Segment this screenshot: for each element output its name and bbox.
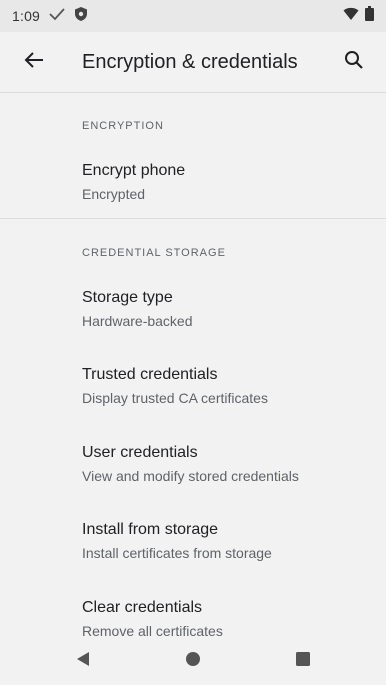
pref-summary: View and modify stored credentials [82, 468, 299, 484]
system-nav-bar [0, 638, 386, 685]
section-divider [0, 218, 386, 219]
page-title: Encryption & credentials [82, 50, 298, 73]
home-circle-icon [185, 651, 201, 672]
pref-title: Install from storage [82, 521, 219, 538]
status-right [343, 6, 374, 26]
pref-user-credentials[interactable]: User credentials View and modify stored … [0, 443, 386, 486]
pref-clear-credentials[interactable]: Clear credentials Remove all certificate… [0, 598, 386, 638]
pref-summary: Install certificates from storage [82, 545, 272, 561]
nav-recents-button[interactable] [283, 642, 323, 682]
pref-title: Encrypt phone [82, 162, 186, 179]
shield-icon [74, 6, 88, 27]
pref-install-from-storage[interactable]: Install from storage Install certificate… [0, 520, 386, 563]
pref-title: Clear credentials [82, 599, 203, 616]
pref-summary: Remove all certificates [82, 623, 223, 638]
search-button[interactable] [326, 32, 382, 92]
status-bar: 1:09 [0, 0, 386, 32]
pref-summary: Hardware-backed [82, 313, 193, 329]
check-icon [48, 7, 66, 26]
pref-title: Storage type [82, 289, 173, 306]
back-button[interactable] [6, 32, 62, 92]
section-header-credential-storage: CREDENTIAL STORAGE [82, 247, 226, 259]
arrow-back-icon [23, 49, 45, 76]
back-triangle-icon [75, 651, 91, 672]
battery-icon [365, 6, 374, 26]
app-toolbar: Encryption & credentials [0, 32, 386, 93]
pref-summary: Display trusted CA certificates [82, 390, 268, 406]
recents-square-icon [295, 651, 311, 672]
settings-list: ENCRYPTION Encrypt phone Encrypted CREDE… [0, 93, 386, 638]
nav-home-button[interactable] [173, 642, 213, 682]
section-header-encryption: ENCRYPTION [82, 120, 164, 132]
pref-title: Trusted credentials [82, 366, 218, 383]
nav-back-button[interactable] [63, 642, 103, 682]
pref-trusted-credentials[interactable]: Trusted credentials Display trusted CA c… [0, 365, 386, 408]
pref-storage-type[interactable]: Storage type Hardware-backed [0, 288, 386, 331]
search-icon [343, 49, 365, 76]
wifi-icon [343, 7, 359, 26]
status-left: 1:09 [12, 6, 88, 27]
pref-encrypt-phone[interactable]: Encrypt phone Encrypted [0, 161, 386, 204]
status-time: 1:09 [12, 8, 41, 24]
pref-summary: Encrypted [82, 186, 146, 202]
pref-title: User credentials [82, 444, 198, 461]
